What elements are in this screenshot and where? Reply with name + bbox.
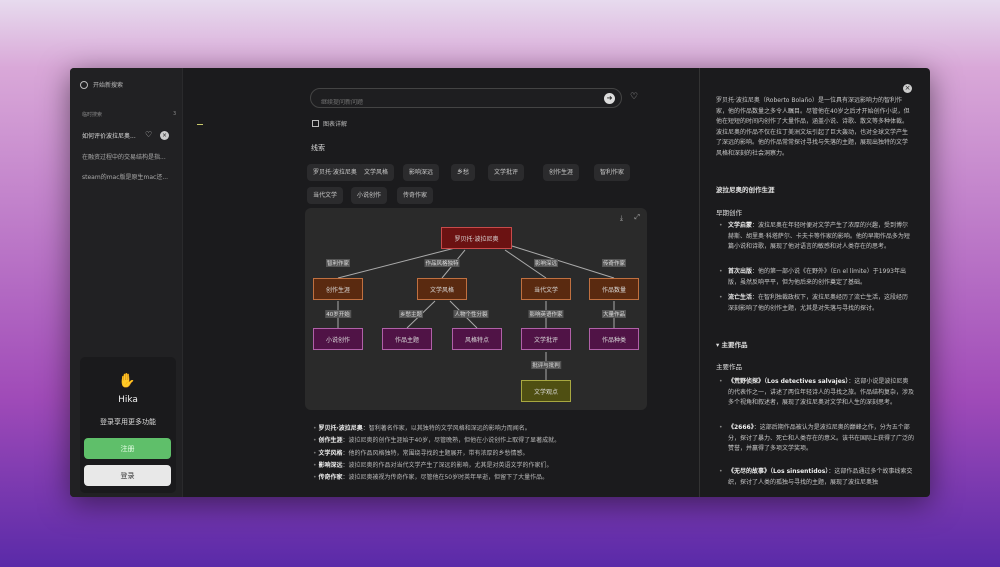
summary-bullet: • 创作生涯：波拉尼奥的创作生涯始于40岁，尽管晚熟，但他在小说创作上取得了显著… bbox=[313, 437, 561, 445]
detail-list-item: 首次出版：他的第一部小说《在野外》（En el límite）于1993年出版，… bbox=[719, 267, 914, 288]
item-key: 流亡生活 bbox=[728, 294, 753, 301]
mind-map-diagram: ⤓ ⤢ 罗贝托·波拉尼奥 创作生涯 文学风格 当代文学 作品数量 小说创作 作品… bbox=[305, 208, 647, 410]
chart-icon bbox=[312, 120, 319, 127]
clue-tag[interactable]: 小说创作 bbox=[351, 187, 388, 204]
edge-label: 传奇作家 bbox=[601, 259, 627, 267]
clue-tag[interactable]: 文学批评 bbox=[488, 164, 525, 181]
node[interactable]: 文学观点 bbox=[521, 380, 571, 402]
node[interactable]: 作品数量 bbox=[589, 278, 639, 300]
detail-list-item: 文学启蒙：波拉尼奥在年轻时便对文学产生了浓厚的兴趣，受到博尔赫斯、胡里奥·科塔萨… bbox=[719, 221, 914, 253]
clue-tag[interactable]: 乡愁 bbox=[451, 164, 476, 181]
item-text: 这部后期作品被认为是波拉尼奥的巅峰之作，分为五个部分，探讨了暴力、死亡和人类存在… bbox=[728, 424, 915, 452]
clue-tag[interactable]: 当代文学 bbox=[307, 187, 344, 204]
bullet-key: 传奇作家 bbox=[318, 474, 343, 482]
node[interactable]: 小说创作 bbox=[313, 328, 363, 350]
edge-line bbox=[511, 245, 615, 279]
followup-input[interactable] bbox=[321, 99, 591, 106]
hika-logo-icon: ✋ bbox=[118, 373, 136, 389]
node-root[interactable]: 罗贝托·波拉尼奥 bbox=[441, 227, 512, 249]
detail-list-item: 《2666》：这部后期作品被认为是波拉尼奥的巅峰之作，分为五个部分，探讨了暴力、… bbox=[719, 423, 915, 455]
summary-bullet: • 传奇作家：波拉尼奥被视为传奇作家，尽管他在50岁时英年早逝，但留下了大量作品… bbox=[313, 474, 549, 482]
summary-bullet: • 影响深远：波拉尼奥的作品对当代文学产生了深远的影响，尤其是对英语文学的作家们… bbox=[313, 461, 553, 469]
close-icon[interactable]: × bbox=[903, 84, 912, 93]
history-item[interactable]: steam的mac版是原生mac还... bbox=[82, 172, 172, 181]
bullet-text: 波拉尼奥的作品对当代文学产生了深远的影响，尤其是对英语文学的作家们。 bbox=[348, 461, 553, 469]
history-count: 3 bbox=[173, 111, 177, 117]
history-label: 临时搜索 bbox=[82, 112, 103, 118]
node[interactable]: 风格特点 bbox=[452, 328, 502, 350]
chart-toggle-label: 图表详解 bbox=[323, 121, 348, 128]
favorite-icon[interactable]: ♡ bbox=[630, 92, 638, 102]
detail-panel: × 罗贝托·波拉尼奥（Roberto Bolaño）是一位具有深远影响力的智利作… bbox=[699, 68, 930, 497]
bullet-key: 文学风格 bbox=[318, 449, 343, 457]
edge-label: 人物个性分裂 bbox=[453, 310, 489, 318]
search-icon bbox=[80, 80, 88, 89]
summary-bullet: • 罗贝托·波拉尼奥：智利著名作家，以其独特的文学风格和深远的影响力而闻名。 bbox=[313, 425, 531, 432]
subsection-heading: 主要作品 bbox=[716, 363, 742, 371]
register-button[interactable]: 注册 bbox=[84, 438, 171, 459]
node[interactable]: 作品种类 bbox=[589, 328, 639, 350]
item-key: 《荒野侦探》（Los detectives salvajes） bbox=[728, 378, 849, 385]
history-item[interactable]: 在融资过程中的交易结构是指... bbox=[82, 152, 172, 161]
followup-search-box: ➜ bbox=[310, 88, 622, 108]
item-text: 他的第一部小说《在野外》（En el límite）于1993年出版，虽然反响平… bbox=[728, 268, 906, 286]
history-item[interactable]: 如何评价波拉尼奥... bbox=[82, 131, 142, 140]
edge-label: 作品风格独特 bbox=[424, 259, 460, 267]
brand-name: Hika bbox=[118, 395, 138, 405]
login-card: ✋ Hika 登录享用更多功能 注册 登录 bbox=[80, 357, 176, 493]
item-key: 首次出版 bbox=[728, 268, 753, 275]
node[interactable]: 创作生涯 bbox=[313, 278, 363, 300]
app-window: 开始新搜索 临时搜索 3 如何评价波拉尼奥... ♡ × 在融资过程中的交易结构… bbox=[70, 68, 930, 497]
item-text: 在智利独裁政权下，波拉尼奥经历了流亡生活，这段经历深刻影响了他的创作主题，尤其是… bbox=[728, 294, 909, 312]
node[interactable]: 作品主题 bbox=[382, 328, 432, 350]
bullet-text: 智利著名作家，以其独特的文学风格和深远的影响力而闻名。 bbox=[368, 425, 531, 432]
node[interactable]: 当代文学 bbox=[521, 278, 571, 300]
clue-tag[interactable]: 创作生涯 bbox=[543, 164, 580, 181]
intro-paragraph: 罗贝托·波拉尼奥（Roberto Bolaño）是一位具有深远影响力的智利作家，… bbox=[716, 97, 910, 157]
section-heading: 波拉尼奥的创作生涯 bbox=[716, 186, 775, 194]
main-area: ➜ ♡ 图表详解 线索 罗贝托·波拉尼奥文学风格影响深远乡愁文学批评创作生涯智利… bbox=[183, 68, 698, 497]
subsection-heading: 早期创作 bbox=[716, 209, 742, 217]
edge-label: 大量作品 bbox=[601, 310, 627, 318]
clues-heading: 线索 bbox=[311, 144, 325, 152]
bullet-key: 创作生涯 bbox=[318, 437, 343, 445]
new-search-button[interactable]: 开始新搜索 bbox=[80, 80, 123, 89]
edge-label: 乡愁主题 bbox=[398, 310, 424, 318]
edge-label: 批评与批判 bbox=[531, 361, 561, 369]
item-key: 《无尽的故事》（Los sinsentidos） bbox=[728, 468, 829, 475]
bullet-key: 罗贝托·波拉尼奥 bbox=[318, 425, 363, 432]
edge-label: 40岁开始 bbox=[325, 310, 351, 318]
clue-tag[interactable]: 传奇作家 bbox=[397, 187, 434, 204]
summary-bullet: • 文学风格：他的作品风格独特，常围绕寻找的主题展开，带有浓厚的乡愁情感。 bbox=[313, 449, 529, 457]
clue-tag[interactable]: 文学风格 bbox=[358, 164, 395, 181]
bullet-text: 波拉尼奥的创作生涯始于40岁，尽管晚熟，但他在小说创作上取得了显著成就。 bbox=[348, 437, 561, 445]
node[interactable]: 文学风格 bbox=[417, 278, 467, 300]
works-toggle[interactable]: ▾ 主要作品 bbox=[716, 339, 748, 349]
clue-tag[interactable]: 影响深远 bbox=[403, 164, 440, 181]
favorite-icon[interactable]: ♡ bbox=[145, 130, 152, 139]
login-prompt: 登录享用更多功能 bbox=[100, 418, 156, 426]
chart-toggle[interactable]: 图表详解 bbox=[312, 119, 347, 128]
delete-icon[interactable]: × bbox=[160, 131, 169, 140]
detail-list-item: 流亡生活：在智利独裁政权下，波拉尼奥经历了流亡生活，这段经历深刻影响了他的创作主… bbox=[719, 293, 914, 314]
edge-label: 智利作家 bbox=[325, 259, 351, 267]
detail-list-item: 《荒野侦探》（Los detectives salvajes）：这部小说是波拉尼… bbox=[719, 377, 914, 409]
clue-tag[interactable]: 智利作家 bbox=[594, 164, 631, 181]
bullet-text: 波拉尼奥被视为传奇作家，尽管他在50岁时英年早逝，但留下了大量作品。 bbox=[348, 474, 549, 482]
edge-label: 影响英语作家 bbox=[528, 310, 564, 318]
collapse-marker bbox=[197, 124, 203, 125]
item-text: 波拉尼奥在年轻时便对文学产生了浓厚的兴趣，受到博尔赫斯、胡里奥·科塔萨尔、卡夫卡… bbox=[728, 222, 910, 250]
edge-label: 影响深远 bbox=[533, 259, 559, 267]
new-search-label: 开始新搜索 bbox=[93, 82, 124, 89]
node[interactable]: 文学批评 bbox=[521, 328, 571, 350]
item-key: 《2666》 bbox=[728, 424, 754, 431]
item-key: 文学启蒙 bbox=[728, 222, 753, 229]
clue-tag[interactable]: 罗贝托·波拉尼奥 bbox=[307, 164, 363, 181]
detail-list-item: 《无尽的故事》（Los sinsentidos）：这部作品通过多个故事线索交织，… bbox=[719, 467, 914, 488]
bullet-key: 影响深远 bbox=[318, 461, 343, 469]
bullet-text: 他的作品风格独特，常围绕寻找的主题展开，带有浓厚的乡愁情感。 bbox=[348, 449, 529, 457]
login-button[interactable]: 登录 bbox=[84, 465, 171, 486]
sidebar: 开始新搜索 临时搜索 3 如何评价波拉尼奥... ♡ × 在融资过程中的交易结构… bbox=[70, 68, 183, 497]
send-arrow-icon[interactable]: ➜ bbox=[604, 93, 615, 104]
